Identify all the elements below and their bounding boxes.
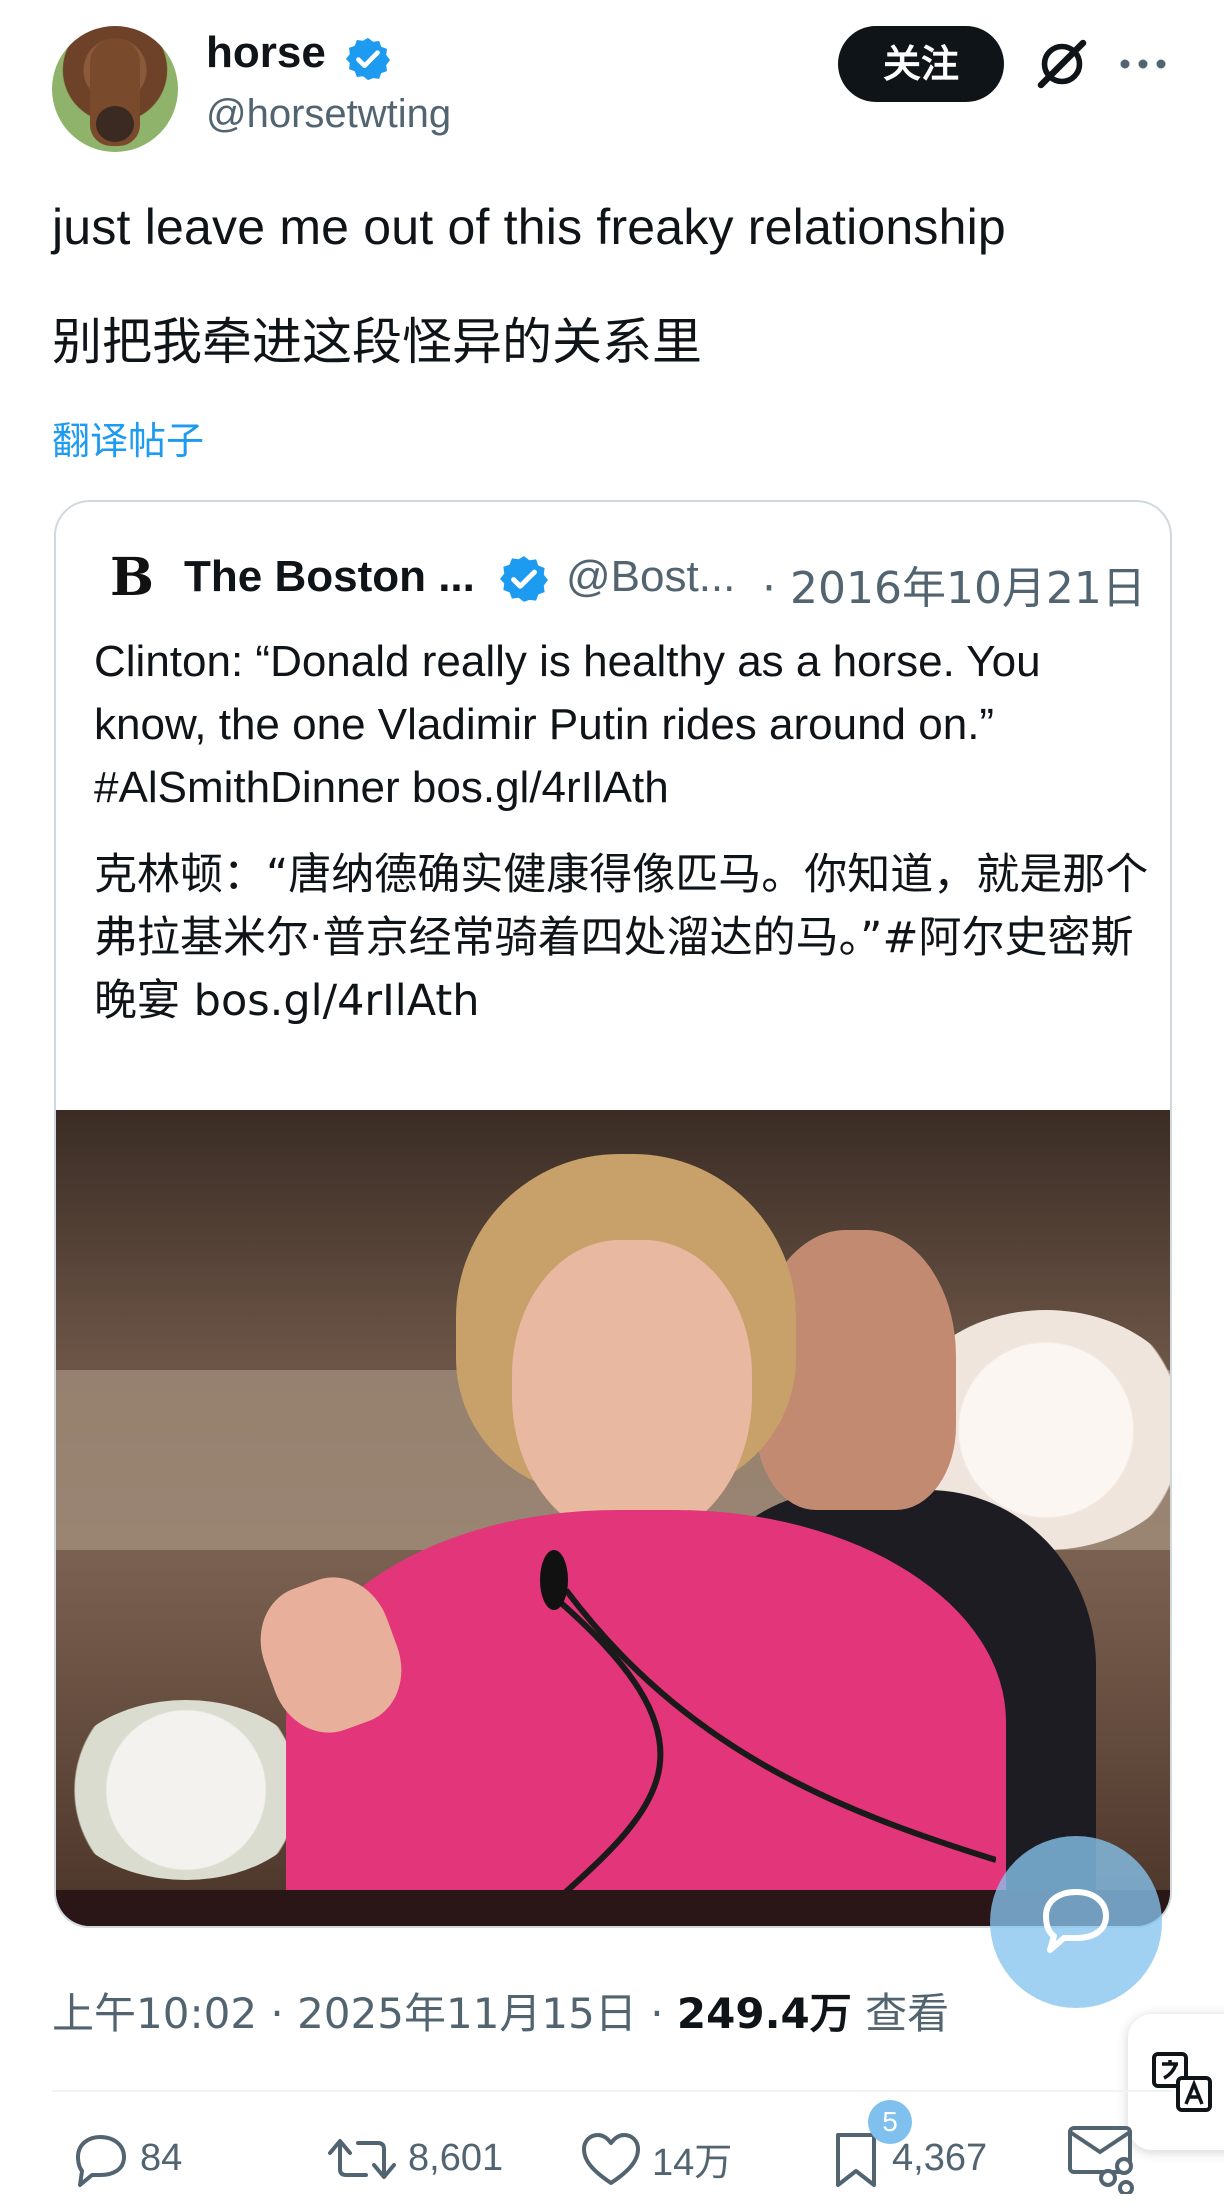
- follow-button[interactable]: 关注: [838, 26, 1004, 102]
- post-timestamp: 上午10:02 · 2025年11月15日 · 249.4万 查看: [52, 1980, 949, 2041]
- compose-reply-fab[interactable]: [990, 1836, 1162, 2008]
- translate-icon: [1152, 2052, 1212, 2112]
- more-icon[interactable]: [1118, 52, 1168, 76]
- repost-button[interactable]: 8,601: [326, 2110, 503, 2207]
- quote-author-name: The Boston ...: [184, 552, 475, 601]
- photo-microphone: [540, 1550, 996, 1910]
- photo-flowers-left: [56, 1700, 316, 1880]
- post-text-translated: 别把我牵进这段怪异的关系里: [52, 313, 702, 371]
- quote-date: · 2016年10月21日: [762, 563, 1146, 614]
- post-text: just leave me out of this freaky relatio…: [52, 199, 1006, 255]
- reply-icon: [76, 2134, 126, 2187]
- post-time: 上午10:02 · 2025年11月15日 ·: [52, 1989, 677, 2038]
- like-count: 14万: [652, 2142, 733, 2184]
- bookmark-count: 4,367: [892, 2137, 988, 2179]
- post-action-bar: 84 8,601 14万 4,367: [0, 2110, 1224, 2207]
- reply-button[interactable]: 84: [70, 2110, 182, 2207]
- photo-speaker-face: [512, 1240, 752, 1540]
- quote-text: Clinton: “Donald really is healthy as a …: [94, 637, 1041, 812]
- repost-icon: [328, 2138, 396, 2179]
- author-handle[interactable]: @horsetwting: [206, 92, 451, 137]
- reply-fab-icon: [1043, 1889, 1109, 1953]
- quote-photo[interactable]: [56, 1110, 1170, 1926]
- avatar-nose: [96, 106, 134, 142]
- repost-count: 8,601: [408, 2137, 504, 2179]
- like-icon: [582, 2132, 640, 2185]
- bookmark-badge: 5: [868, 2100, 912, 2144]
- verified-badge-icon: [500, 556, 548, 602]
- view-count: 249.4万: [676, 1989, 852, 2038]
- quoted-post-card[interactable]: B The Boston ... @Bost... · 2016年10月21日 …: [54, 500, 1172, 1928]
- post-header: horse @horsetwting 关注: [0, 0, 1224, 170]
- reply-count: 84: [140, 2137, 183, 2179]
- quote-author-handle: @Bost...: [566, 552, 736, 601]
- actions-divider: [52, 2090, 1172, 2092]
- share-icon: [1068, 2125, 1134, 2194]
- author-name[interactable]: horse: [206, 28, 326, 78]
- grok-icon[interactable]: [1034, 36, 1090, 92]
- quote-text-translated: 克林顿：“唐纳德确实健康得像匹马。你知道，就是那个弗拉基米尔·普京经常骑着四处溜…: [94, 850, 1149, 1026]
- author-avatar[interactable]: [52, 26, 178, 152]
- share-button[interactable]: [1066, 2110, 1146, 2207]
- like-button[interactable]: 14万: [580, 2110, 732, 2207]
- quote-author-logo: B: [102, 548, 162, 608]
- views-label: 查看: [851, 1989, 950, 2038]
- verified-badge-icon: [345, 37, 391, 81]
- translate-post-link[interactable]: 翻译帖子: [52, 410, 204, 465]
